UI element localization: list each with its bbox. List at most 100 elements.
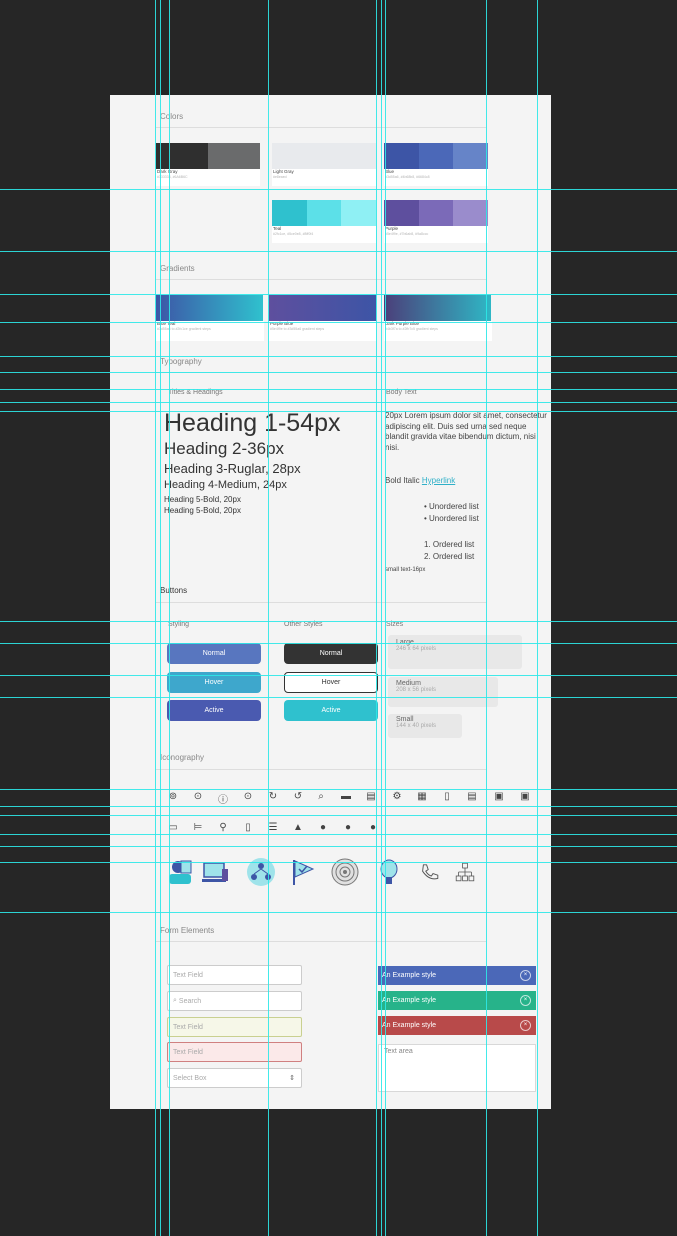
hover-button[interactable]: Hover — [167, 672, 261, 693]
trash-icon: ▯ — [444, 791, 450, 802]
buttons-section-title: Buttons — [160, 586, 188, 595]
fingerprint-illustration-icon — [328, 855, 362, 889]
divider — [156, 941, 486, 942]
divider — [156, 602, 486, 603]
select-arrows-icon: ⇕ — [289, 1075, 295, 1082]
body-text-label: Body Text — [386, 389, 417, 396]
large-size-sample: Large 246 x 64 pixels — [388, 635, 522, 669]
color-values: #e8eaed — [273, 175, 287, 179]
hyperlink[interactable]: Hyperlink — [422, 476, 455, 485]
color-label: Teal — [273, 226, 282, 231]
network-hierarchy-icon — [448, 855, 482, 889]
error-text-field[interactable]: Text Field — [167, 1042, 302, 1062]
color-swatch — [272, 143, 376, 169]
color-label: Dark Gray — [157, 169, 178, 174]
lightbulb-illustration-icon — [372, 855, 406, 889]
monitor-icon: ▣ — [520, 791, 530, 802]
outline-hover-button[interactable]: Hover — [284, 672, 378, 693]
document-icon: ▤ — [366, 791, 376, 802]
grid-icon: ▦ — [417, 791, 427, 802]
search-icon: ⌕ — [318, 791, 324, 802]
window-icon: ▭ — [168, 822, 178, 833]
active-button[interactable]: Active — [167, 700, 261, 721]
divider — [156, 372, 486, 373]
colors-section-title: Colors — [160, 112, 184, 121]
other-styles-label: Other Styles — [284, 621, 323, 628]
design-canvas: Colors Dark Gray #333333, #6A6B6C Light G… — [0, 0, 677, 1236]
color-label: Light Gray — [273, 169, 294, 174]
color-values: #5e4f9e, #7b6ab8, #9a8ccc — [385, 232, 429, 236]
heading-2: Heading 2-36px — [164, 439, 285, 458]
ordered-list-item: 2. Ordered list — [424, 552, 475, 561]
alert-circle-icon: ● — [319, 822, 327, 833]
download-circle-icon: ⊚ — [168, 791, 178, 802]
lock-circle-icon: ● — [344, 822, 352, 833]
iconography-section-title: Iconography — [160, 753, 205, 762]
style-guide-artboard: Colors Dark Gray #333333, #6A6B6C Light G… — [110, 95, 551, 1109]
valid-text-field[interactable]: Text Field — [167, 1017, 302, 1037]
heading-1: Heading 1-54px — [164, 409, 341, 437]
gradients-section-title: Gradients — [160, 264, 195, 273]
sizes-label: Sizes — [386, 621, 404, 628]
ordered-list-item: 1. Ordered list — [424, 540, 475, 549]
gradient-swatch-blue-teal — [156, 295, 263, 321]
color-swatch — [208, 143, 260, 169]
play-circle-icon: ⊙ — [243, 791, 253, 802]
dark-normal-button[interactable]: Normal — [284, 643, 378, 664]
gradient-swatch-dark-purple-blue — [384, 295, 491, 321]
search-input[interactable]: ⌕ Search — [167, 991, 302, 1011]
heading-5-alt: Heading 5-Bold, 20px — [164, 506, 241, 515]
small-size-sample: Small 144 x 40 pixels — [388, 714, 462, 738]
color-values: #333333, #6A6B6C — [157, 175, 188, 179]
color-group-purple: Purple #5e4f9e, #7b6ab8, #9a8ccc — [384, 200, 489, 243]
gradient-swatch-purple-blue — [269, 295, 376, 321]
upload-circle-icon: ⊙ — [193, 791, 203, 802]
typography-section-title: Typography — [160, 357, 202, 366]
mobile-icon: ▯ — [245, 822, 251, 833]
heading-5: Heading 5-Bold, 20px — [164, 495, 241, 504]
close-icon[interactable]: × — [520, 995, 531, 1006]
close-icon[interactable]: × — [520, 1020, 531, 1031]
cart-icon: ⊨ — [193, 822, 203, 833]
body-paragraph: 20px Lorem ipsum dolor sit amet, consect… — [385, 411, 547, 452]
text-area[interactable]: Text area — [378, 1044, 536, 1092]
text-field[interactable]: Text Field — [167, 965, 302, 985]
color-swatch — [453, 200, 489, 226]
tablet-icon: ▣ — [494, 791, 504, 802]
color-label: Blue — [385, 169, 395, 174]
unordered-list-item: • Unordered list — [424, 514, 479, 523]
color-label: Purple — [385, 226, 399, 231]
calendar-icon: ▤ — [467, 791, 477, 802]
flag-check-illustration-icon — [286, 855, 320, 889]
gradient-label: Dark Purple Blue #4b3f7a to #2fb7c5 gradi… — [384, 321, 492, 341]
color-group-blue: Blue #3d55a6, #4b68b8, #6684c8 — [384, 143, 489, 186]
close-icon[interactable]: × — [520, 970, 531, 981]
medium-size-sample: Medium 208 x 56 pixels — [388, 677, 498, 707]
heading-4: Heading 4-Medium, 24px — [164, 479, 287, 491]
search-icon: ⌕ — [173, 997, 177, 1004]
select-box[interactable]: Select Box ⇕ — [167, 1068, 302, 1088]
color-values: #3d55a6, #4b68b8, #6684c8 — [385, 175, 430, 179]
color-swatch — [384, 200, 419, 226]
normal-button[interactable]: Normal — [167, 643, 261, 664]
divider — [156, 279, 486, 280]
warning-icon: ▲ — [293, 822, 303, 833]
teal-active-button[interactable]: Active — [284, 700, 378, 721]
gradient-label: Blue Teal #3d55a6 to #2fc1ce gradient ste… — [156, 321, 264, 341]
color-swatch — [272, 200, 307, 226]
gradient-label: Purple Blue #5e4f9e to #3d55a6 gradient s… — [269, 321, 377, 341]
unordered-list-item: • Unordered list — [424, 502, 479, 511]
color-swatch — [341, 200, 377, 226]
color-values: #2fc1ce, #5ce0e8, #8ff0f4 — [273, 232, 314, 236]
refresh-icon: ↻ — [268, 791, 278, 802]
alert-green: An Example style × — [378, 991, 536, 1010]
divider — [156, 127, 486, 128]
color-swatch — [384, 143, 419, 169]
phone-call-icon — [412, 855, 446, 889]
color-group-teal: Teal #2fc1ce, #5ce0e8, #8ff0f4 — [272, 200, 377, 243]
alert-blue: An Example style × — [378, 966, 536, 985]
color-swatch — [418, 200, 454, 226]
reload-icon: ↺ — [293, 791, 303, 802]
divider — [156, 769, 486, 770]
location-pin-icon: ⚲ — [219, 822, 227, 833]
